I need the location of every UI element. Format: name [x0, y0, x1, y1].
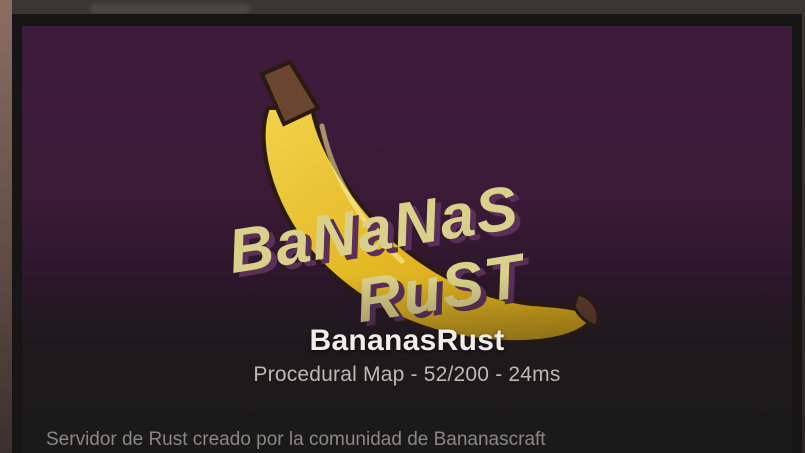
server-description: Servidor de Rust creado por la comunidad… [46, 429, 546, 450]
server-logo: BaNaNaS BaNaNaS RuST RuST [22, 59, 792, 453]
background-edge [0, 0, 12, 453]
server-detail-card: BaNaNaS BaNaNaS RuST RuST BananasRust Pr… [12, 14, 802, 453]
server-header-image: BaNaNaS BaNaNaS RuST RuST BananasRust Pr… [22, 26, 792, 453]
server-info: Procedural Map - 52/200 - 24ms [253, 363, 561, 386]
background-blurred-text [90, 4, 250, 14]
server-title: BananasRust [309, 324, 505, 357]
